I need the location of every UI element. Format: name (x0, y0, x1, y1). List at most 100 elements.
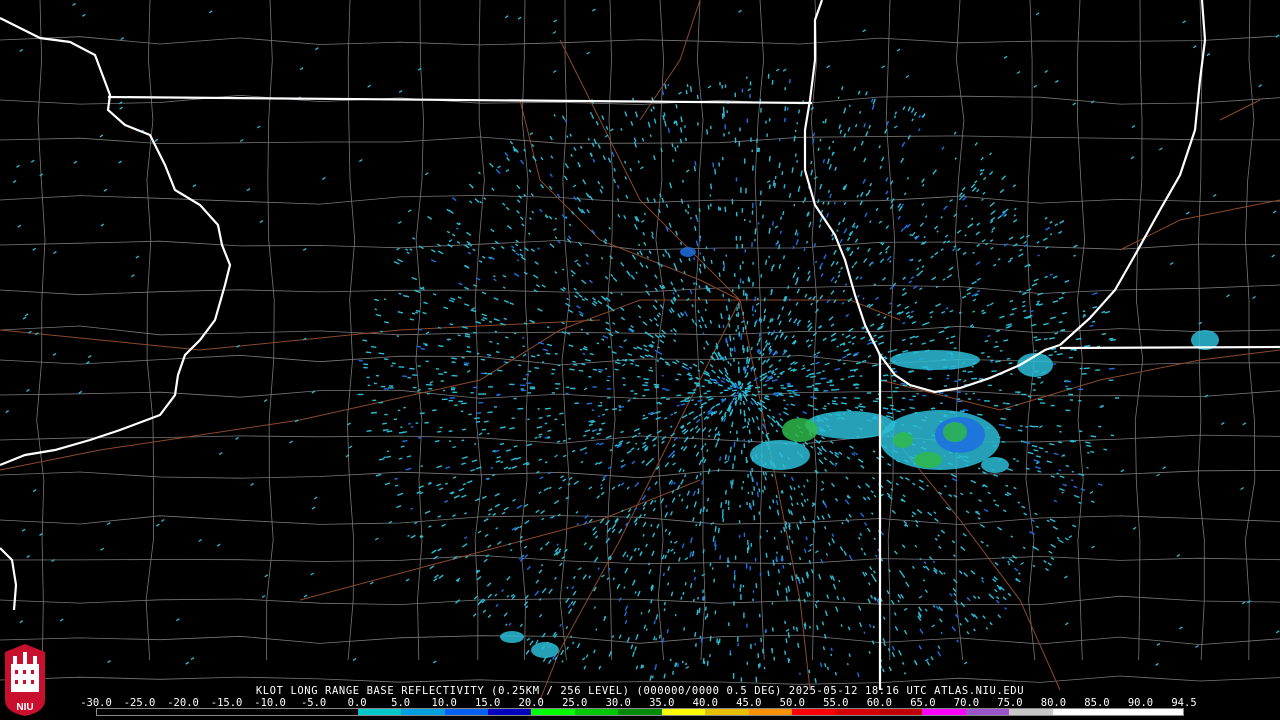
echo-speck (366, 429, 372, 432)
echo-speck (721, 513, 724, 519)
echo-speck (853, 225, 856, 229)
echo-speck (722, 324, 725, 329)
echo-speck (664, 83, 667, 90)
echo-speck (786, 403, 789, 406)
echo-speck (489, 340, 493, 343)
echo-speck (572, 360, 576, 363)
echo-speck (712, 535, 715, 542)
echo-speck (580, 328, 583, 331)
echo-speck (789, 79, 791, 84)
echo-speck (1034, 425, 1039, 428)
echo-speck (803, 598, 806, 603)
echo-speck (1103, 448, 1108, 451)
echo-speck (747, 387, 752, 390)
echo-speck (784, 650, 787, 655)
echo-speck (815, 382, 821, 385)
echo-speck (764, 476, 767, 481)
echo-speck (930, 315, 933, 319)
echo-speck (714, 525, 717, 532)
echo-speck (783, 399, 786, 402)
echo-speck (1101, 332, 1107, 336)
echo-speck (826, 381, 833, 384)
echo-speck (694, 403, 698, 406)
echo-speck (789, 562, 792, 566)
echo-speck (762, 471, 765, 476)
echo-speck (463, 363, 469, 366)
scale-swatch (444, 709, 488, 715)
echo-speck (500, 461, 504, 464)
echo-speck (705, 246, 708, 250)
echo-speck (411, 312, 416, 315)
echo-speck (1018, 290, 1022, 293)
echo-speck (863, 631, 866, 634)
echo-speck (656, 359, 660, 363)
echo-speck (832, 151, 835, 155)
echo-speck (773, 182, 776, 188)
echo-speck (744, 389, 751, 393)
echo-speck (775, 494, 778, 499)
echo-speck (682, 287, 685, 291)
echo-speck (782, 564, 785, 569)
echo-speck (616, 358, 620, 361)
echo-speck (909, 407, 915, 410)
echo-speck (779, 230, 782, 234)
scale-swatch (1052, 709, 1097, 715)
echo-speck (797, 576, 800, 582)
echo-speck (448, 338, 452, 341)
echo-speck (926, 484, 929, 487)
echo-speck (797, 642, 800, 648)
storm-cell (981, 457, 1009, 473)
echo-speck (750, 438, 753, 442)
echo-speck (729, 446, 732, 453)
echo-speck (663, 601, 667, 606)
echo-speck (597, 404, 603, 407)
echo-speck (551, 368, 556, 371)
echo-speck (702, 549, 705, 554)
echo-speck (586, 402, 593, 405)
echo-speck (1056, 353, 1063, 356)
echo-speck (623, 586, 626, 589)
echo-speck (757, 357, 761, 361)
echo-speck (688, 378, 692, 381)
echo-speck (410, 507, 414, 510)
echo-speck (488, 320, 493, 323)
echo-speck (812, 132, 816, 137)
echo-speck (1008, 362, 1013, 365)
echo-speck (666, 398, 670, 401)
echo-speck (721, 509, 724, 514)
echo-speck (770, 289, 773, 292)
echo-speck (705, 285, 708, 290)
echo-speck (362, 339, 368, 342)
echo-speck (418, 436, 422, 439)
echo-speck (683, 270, 686, 274)
echo-speck (630, 362, 634, 365)
echo-speck (1071, 470, 1075, 473)
echo-speck (637, 375, 641, 378)
echo-speck (791, 540, 794, 544)
echo-speck (1001, 440, 1006, 443)
echo-speck (744, 375, 747, 379)
echo-speck (698, 395, 703, 398)
niu-logo: NIU (5, 644, 45, 716)
echo-speck (394, 477, 398, 480)
echo-speck (483, 420, 489, 423)
echo-speck (713, 378, 717, 381)
echo-speck (466, 350, 472, 353)
echo-speck (618, 409, 622, 412)
echo-speck (718, 272, 721, 277)
echo-speck (695, 282, 698, 286)
echo-speck (787, 632, 790, 638)
echo-speck (1038, 447, 1044, 450)
echo-speck (1056, 536, 1060, 540)
echo-speck (384, 321, 389, 324)
echo-speck (642, 414, 646, 417)
echo-speck (1007, 562, 1011, 566)
echo-speck (602, 413, 605, 416)
echo-speck (775, 556, 779, 563)
echo-speck (967, 370, 973, 373)
echo-speck (832, 402, 839, 405)
echo-speck (796, 160, 799, 163)
echo-speck (651, 675, 654, 679)
scale-swatch (965, 709, 1010, 715)
echo-speck (699, 472, 702, 476)
